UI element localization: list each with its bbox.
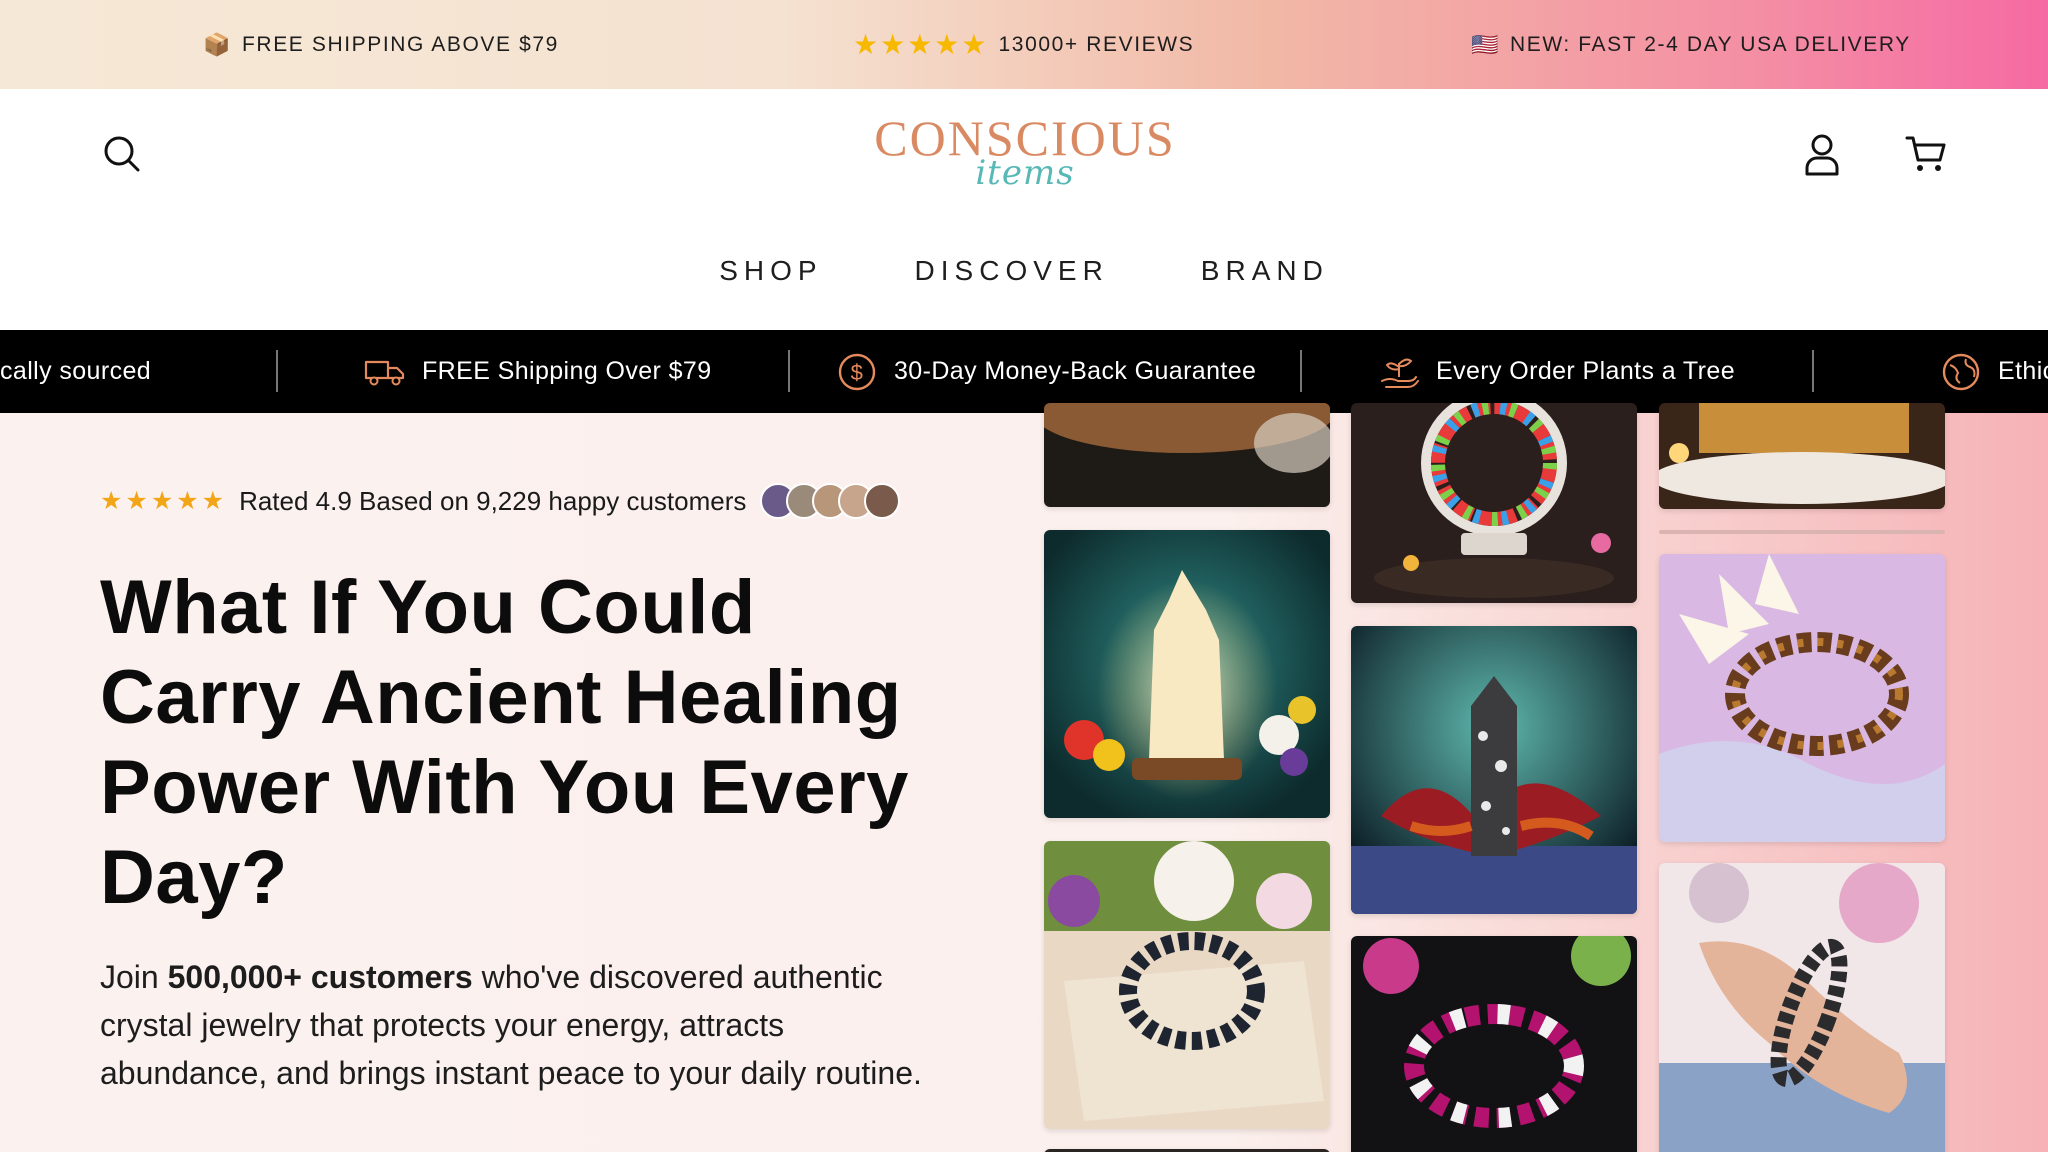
cart-icon [1905,136,1946,171]
product-image-wood-tray[interactable] [1044,403,1330,507]
globe-icon [1942,353,1980,390]
ticker-item-guarantee: $ 30-Day Money-Back Guarantee [836,330,1256,413]
ticker-label: 30-Day Money-Back Guarantee [894,357,1257,385]
dollar-badge-icon: $ [838,353,876,390]
announcement-shipping: 📦 FREE SHIPPING ABOVE $79 [203,0,559,89]
customer-count: 500,000+ customers [167,959,473,995]
product-image-wood-base[interactable] [1659,403,1945,509]
product-image-tigers-eye-bracelet[interactable] [1659,554,1945,842]
ticker-label: cally sourced [0,357,152,385]
site-header: CONSCIOUS items SHOP DISCOVER BRAND [0,89,2048,330]
ticker-label: FREE Shipping Over $79 [422,357,712,385]
benefits-ticker: cally sourced FREE Shipping Over $79 $ 3… [0,330,2048,413]
hero-section: ★★★★★ Rated 4.9 Based on 9,229 happy cus… [0,403,2048,1152]
product-image-rainbow-ring[interactable] [1351,403,1637,603]
package-icon: 📦 [203,31,232,57]
announcement-reviews: ★★★★★ 13000+ REVIEWS [853,0,1194,89]
search-button[interactable] [98,130,146,178]
product-image-pink-bracelet[interactable] [1351,936,1637,1152]
rating-stars: ★★★★★ [853,29,989,60]
logo-script: items [975,153,1075,193]
nav-shop[interactable]: SHOP [719,241,822,301]
rating-stars: ★★★★★ [100,487,228,515]
ticker-item-ethical: Ethic [1940,330,2048,413]
nav-brand[interactable]: BRAND [1201,241,1329,301]
divider [788,350,790,392]
product-image-obsidian-tower[interactable] [1351,626,1637,914]
ticker-label: Every Order Plants a Tree [1436,357,1736,385]
hero-subtext: Join 500,000+ customers who've discovere… [100,953,960,1097]
product-image-selenite-lamp[interactable] [1044,530,1330,818]
divider [1659,530,1945,534]
rating-row: ★★★★★ Rated 4.9 Based on 9,229 happy cus… [100,483,901,519]
svg-text:$: $ [851,360,864,385]
announcement-shipping-text: FREE SHIPPING ABOVE $79 [242,32,559,56]
search-icon [104,136,140,172]
ticker-item-tree: Every Order Plants a Tree [1378,330,1735,413]
announcement-delivery: 🇺🇸 NEW: FAST 2-4 DAY USA DELIVERY [1471,0,1911,89]
hero-headline: What If You Could Carry Ancient Healing … [100,565,909,920]
divider [1812,350,1814,392]
site-logo[interactable]: CONSCIOUS items [860,109,1190,199]
rating-text: Rated 4.9 Based on 9,229 happy customers [239,485,747,516]
main-nav: SHOP DISCOVER BRAND [0,241,2048,301]
announcement-delivery-text: NEW: FAST 2-4 DAY USA DELIVERY [1510,32,1911,56]
divider [276,350,278,392]
customer-avatars [760,483,901,519]
ticker-label: Ethic [1998,357,2048,385]
avatar [864,483,901,519]
product-image-wrist-bracelet[interactable] [1659,863,1945,1152]
plant-hand-icon [1381,358,1419,388]
sub-pre: Join [100,959,168,995]
cart-button[interactable] [1902,130,1950,178]
us-flag-icon: 🇺🇸 [1471,31,1500,57]
divider [1300,350,1302,392]
truck-icon [364,360,405,385]
product-image-snowflake-bracelet[interactable] [1044,841,1330,1129]
nav-discover[interactable]: DISCOVER [915,241,1109,301]
announcement-bar: 📦 FREE SHIPPING ABOVE $79 ★★★★★ 13000+ R… [0,0,2048,89]
account-button[interactable] [1798,130,1846,178]
ticker-item-sourced: cally sourced [0,330,151,413]
ticker-item-shipping: FREE Shipping Over $79 [364,330,712,413]
user-icon [1805,134,1839,176]
announcement-reviews-text: 13000+ REVIEWS [998,32,1195,56]
